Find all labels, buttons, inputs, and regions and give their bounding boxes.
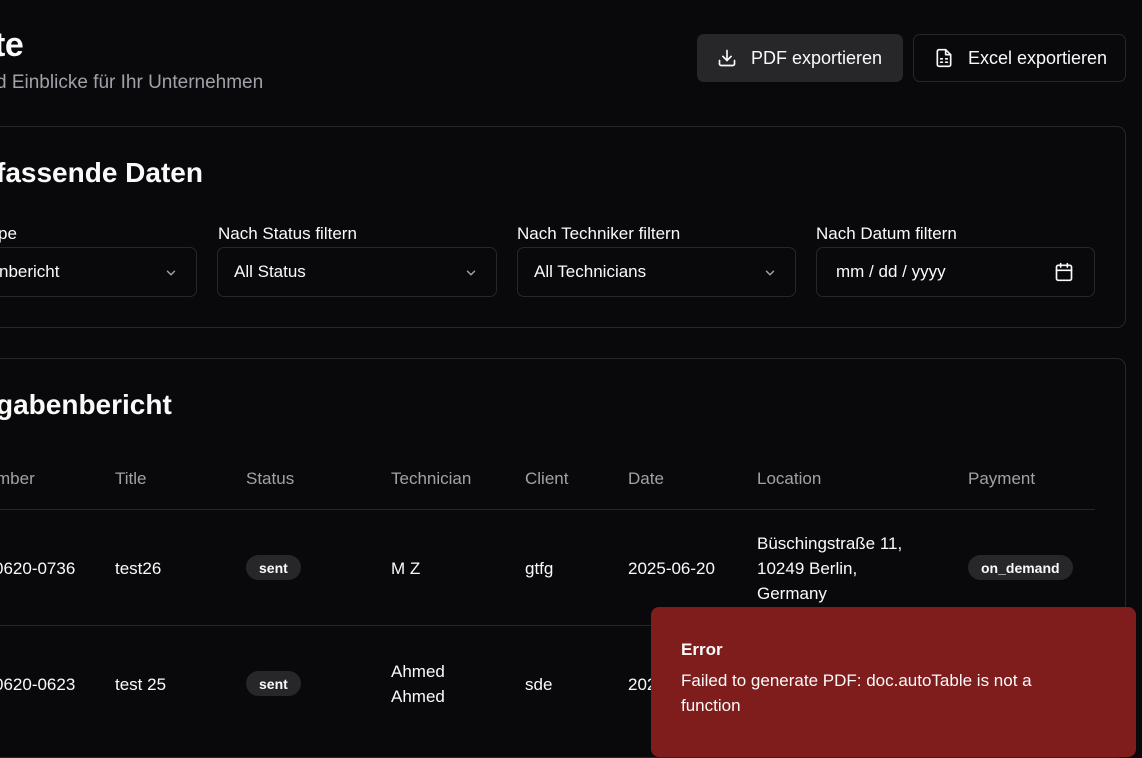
- status-badge: sent: [246, 555, 301, 580]
- cell-technician-line: Ahmed: [391, 687, 445, 706]
- toast-title: Error: [681, 640, 723, 659]
- cell-number: 0620-0623: [0, 675, 76, 694]
- export-pdf-label: PDF exportieren: [751, 47, 883, 68]
- cell-title: test26: [115, 559, 162, 578]
- page-title: te: [0, 26, 24, 64]
- calendar-icon[interactable]: [1054, 262, 1074, 282]
- column-header-number[interactable]: mber: [0, 469, 35, 489]
- column-header-date[interactable]: Date: [628, 469, 664, 489]
- filter-label-technician: Nach Techniker filtern: [517, 224, 681, 243]
- filter-label-type: pe: [0, 224, 17, 243]
- date-filter-placeholder: mm / dd / yyyy: [836, 262, 946, 281]
- error-toast[interactable]: Error Failed to generate PDF: doc.autoTa…: [651, 607, 1136, 757]
- column-header-location[interactable]: Location: [757, 469, 821, 489]
- download-icon: [718, 49, 736, 67]
- cell-technician-line: Ahmed: [391, 662, 445, 681]
- chevron-down-icon: [466, 270, 476, 276]
- cell-client: sde: [525, 675, 553, 694]
- cell-location-line: Germany: [757, 584, 827, 603]
- payment-badge: on_demand: [968, 555, 1073, 580]
- filter-label-status: Nach Status filtern: [218, 224, 357, 243]
- date-filter-input[interactable]: mm / dd / yyyy: [816, 247, 1095, 297]
- status-filter-select[interactable]: All Status: [217, 247, 497, 297]
- filter-label-date: Nach Datum filtern: [816, 224, 957, 243]
- cell-date: 2025-06-20: [628, 559, 715, 578]
- report-type-select[interactable]: nbericht: [0, 247, 197, 297]
- table-header-divider: [0, 509, 1095, 510]
- column-header-payment[interactable]: Payment: [968, 469, 1035, 489]
- report-card-title: gabenbericht: [0, 389, 172, 420]
- cell-title: test 25: [115, 675, 167, 694]
- chevron-down-icon: [166, 270, 176, 276]
- export-excel-label: Excel exportieren: [968, 47, 1108, 68]
- export-pdf-button[interactable]: PDF exportieren: [697, 34, 903, 82]
- report-type-value: nbericht: [0, 262, 60, 281]
- chevron-down-icon: [765, 270, 775, 276]
- technician-filter-value: All Technicians: [534, 262, 647, 281]
- cell-location-line: Büschingstraße 11,: [757, 534, 903, 553]
- cell-location-line: 10249 Berlin,: [757, 559, 858, 578]
- column-header-client[interactable]: Client: [525, 469, 568, 489]
- export-excel-button[interactable]: Excel exportieren: [913, 34, 1126, 82]
- spreadsheet-file-icon: [936, 48, 952, 68]
- column-header-technician[interactable]: Technician: [391, 469, 471, 489]
- column-header-status[interactable]: Status: [246, 469, 294, 489]
- cell-technician: M Z: [391, 559, 421, 578]
- column-header-title[interactable]: Title: [115, 469, 147, 489]
- page-subtitle: d Einblicke für Ihr Unternehmen: [0, 72, 264, 93]
- filters-card-title: fassende Daten: [0, 157, 203, 188]
- cell-client: gtfg: [525, 559, 554, 578]
- status-badge: sent: [246, 671, 301, 696]
- cell-number: 0620-0736: [0, 559, 76, 578]
- technician-filter-select[interactable]: All Technicians: [517, 247, 796, 297]
- status-filter-value: All Status: [234, 262, 306, 281]
- toast-message: Failed to generate PDF: doc.autoTable is…: [681, 671, 1032, 715]
